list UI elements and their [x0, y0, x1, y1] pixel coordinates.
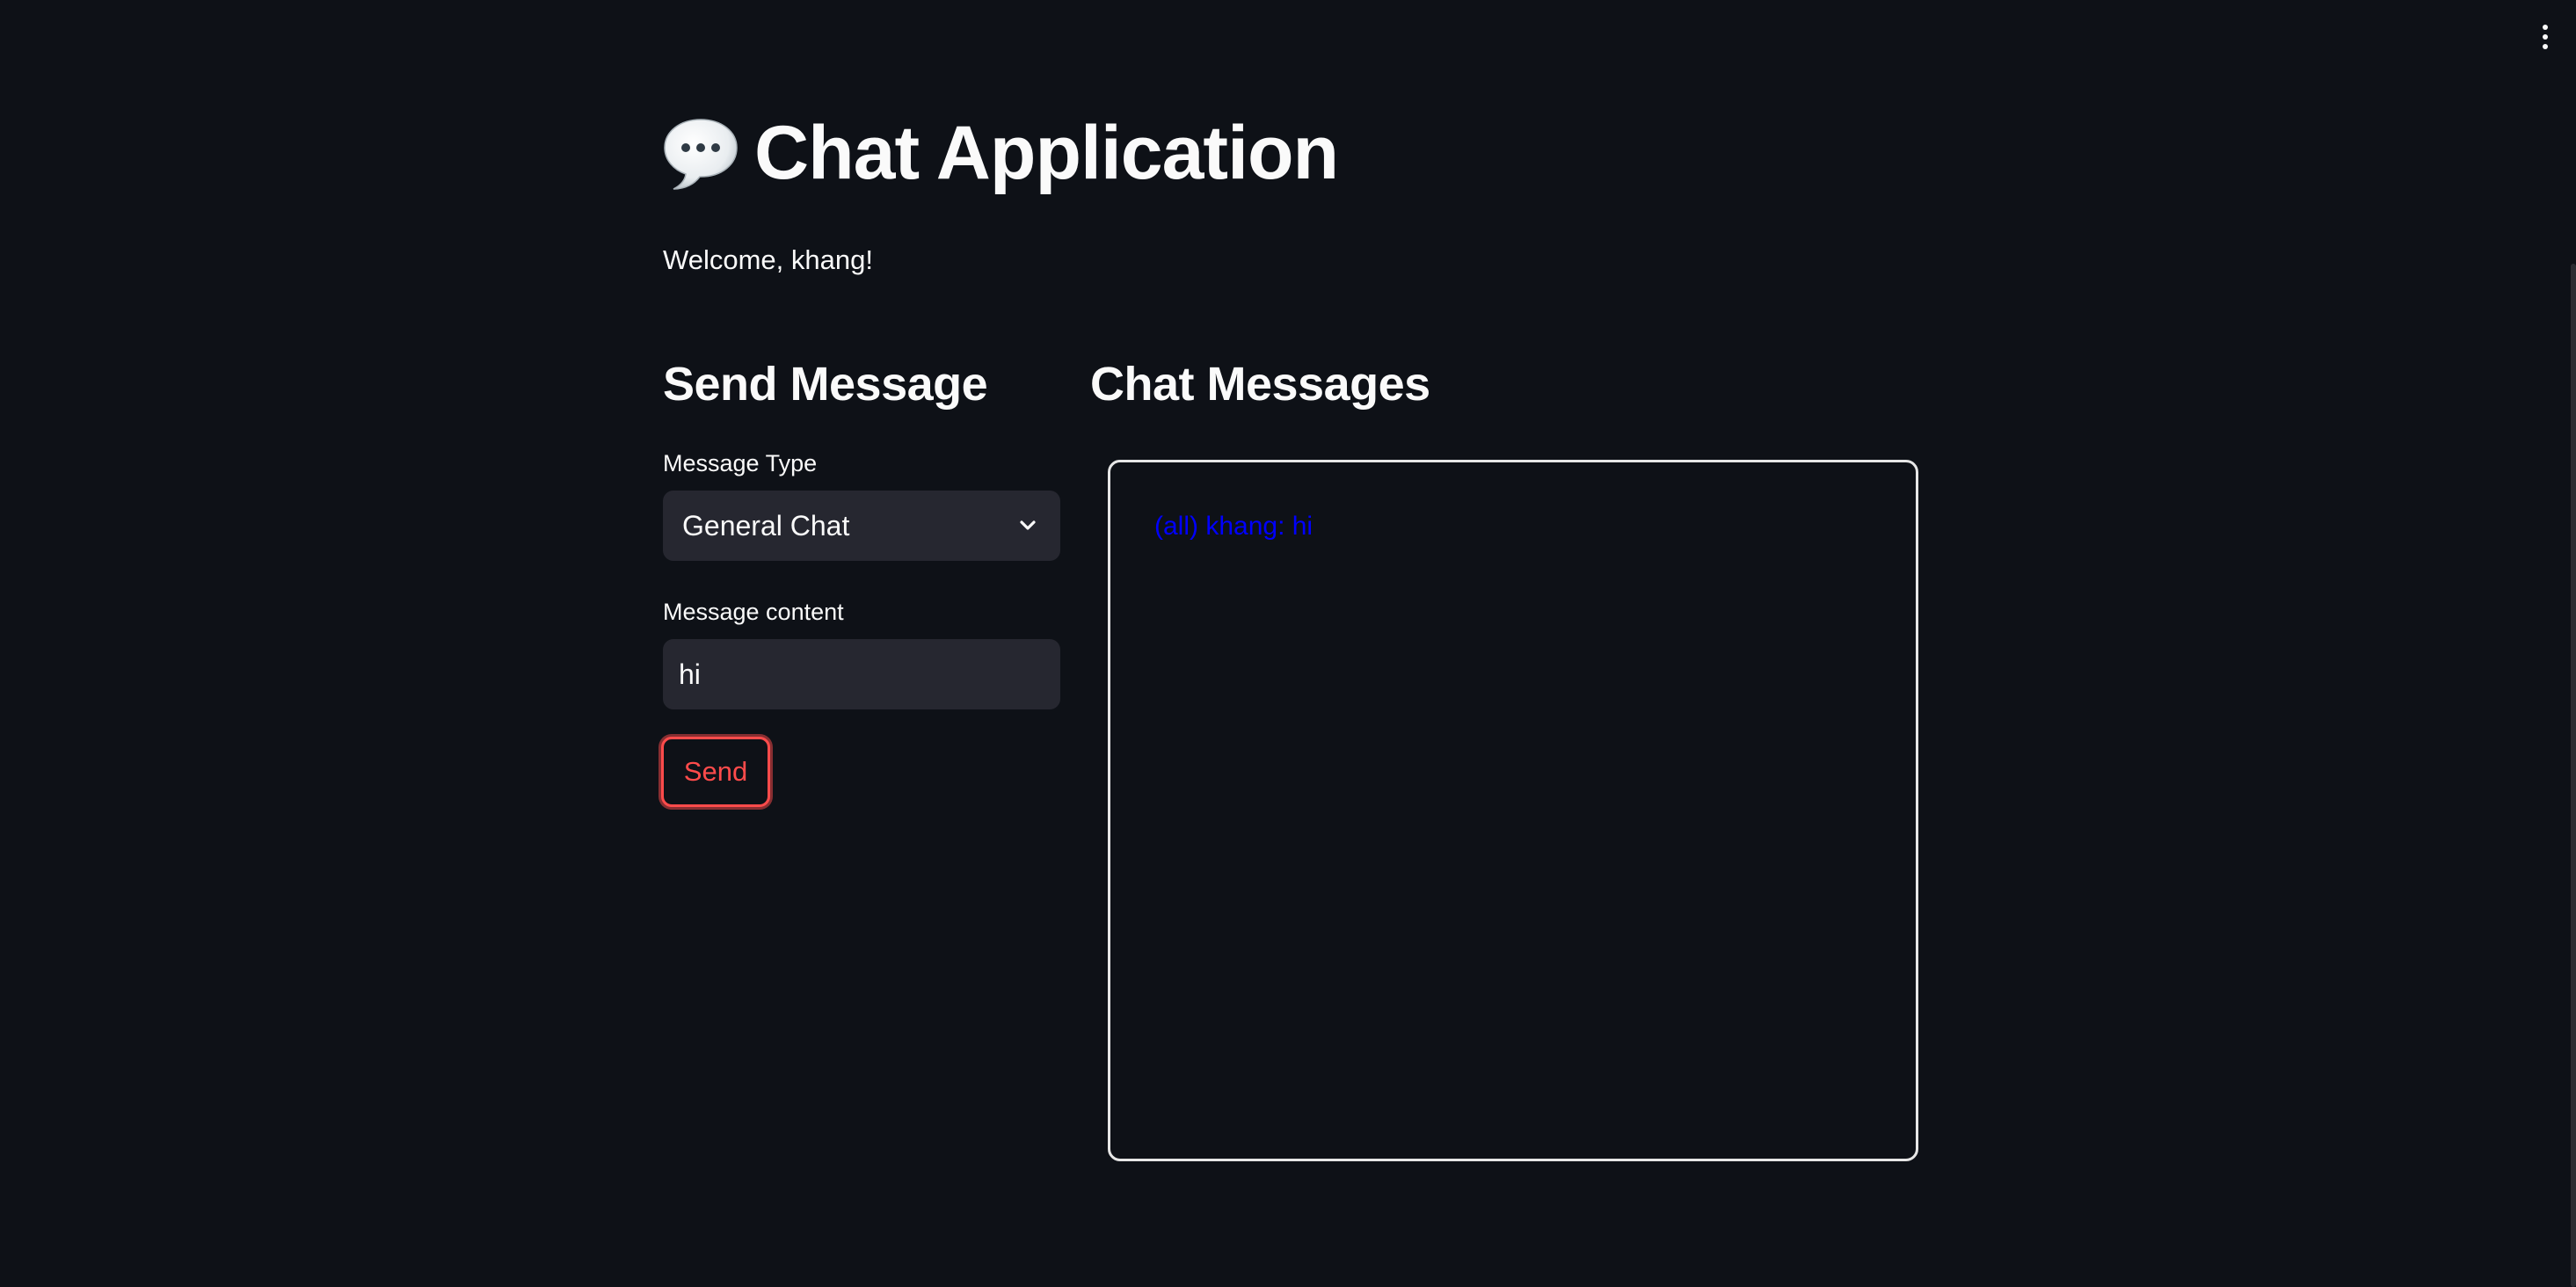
chat-message: (all) khang: hi: [1154, 512, 1313, 541]
page-title: Chat Application: [754, 111, 1339, 195]
message-type-value: General Chat: [682, 509, 850, 542]
chevron-down-icon: [1015, 513, 1041, 539]
message-content-label: Message content: [663, 599, 844, 625]
send-button[interactable]: Send: [661, 737, 770, 807]
send-message-heading: Send Message: [663, 358, 988, 411]
app-root: Chat Application Welcome, khang! Send Me…: [0, 0, 2576, 1287]
menu-dot: [2543, 34, 2548, 40]
menu-dot: [2543, 44, 2548, 49]
message-type-select[interactable]: General Chat: [663, 491, 1060, 561]
kebab-menu-icon[interactable]: [2534, 19, 2557, 55]
message-content-input[interactable]: [663, 639, 1060, 709]
chat-messages-box: (all) khang: hi: [1108, 460, 1918, 1161]
welcome-text: Welcome, khang!: [663, 244, 873, 275]
speech-bubble-icon: [661, 114, 740, 192]
title-row: Chat Application: [661, 111, 1339, 195]
message-type-label: Message Type: [663, 450, 818, 476]
scrollbar[interactable]: [2571, 264, 2576, 1287]
menu-dot: [2543, 25, 2548, 30]
chat-messages-heading: Chat Messages: [1090, 358, 1430, 411]
